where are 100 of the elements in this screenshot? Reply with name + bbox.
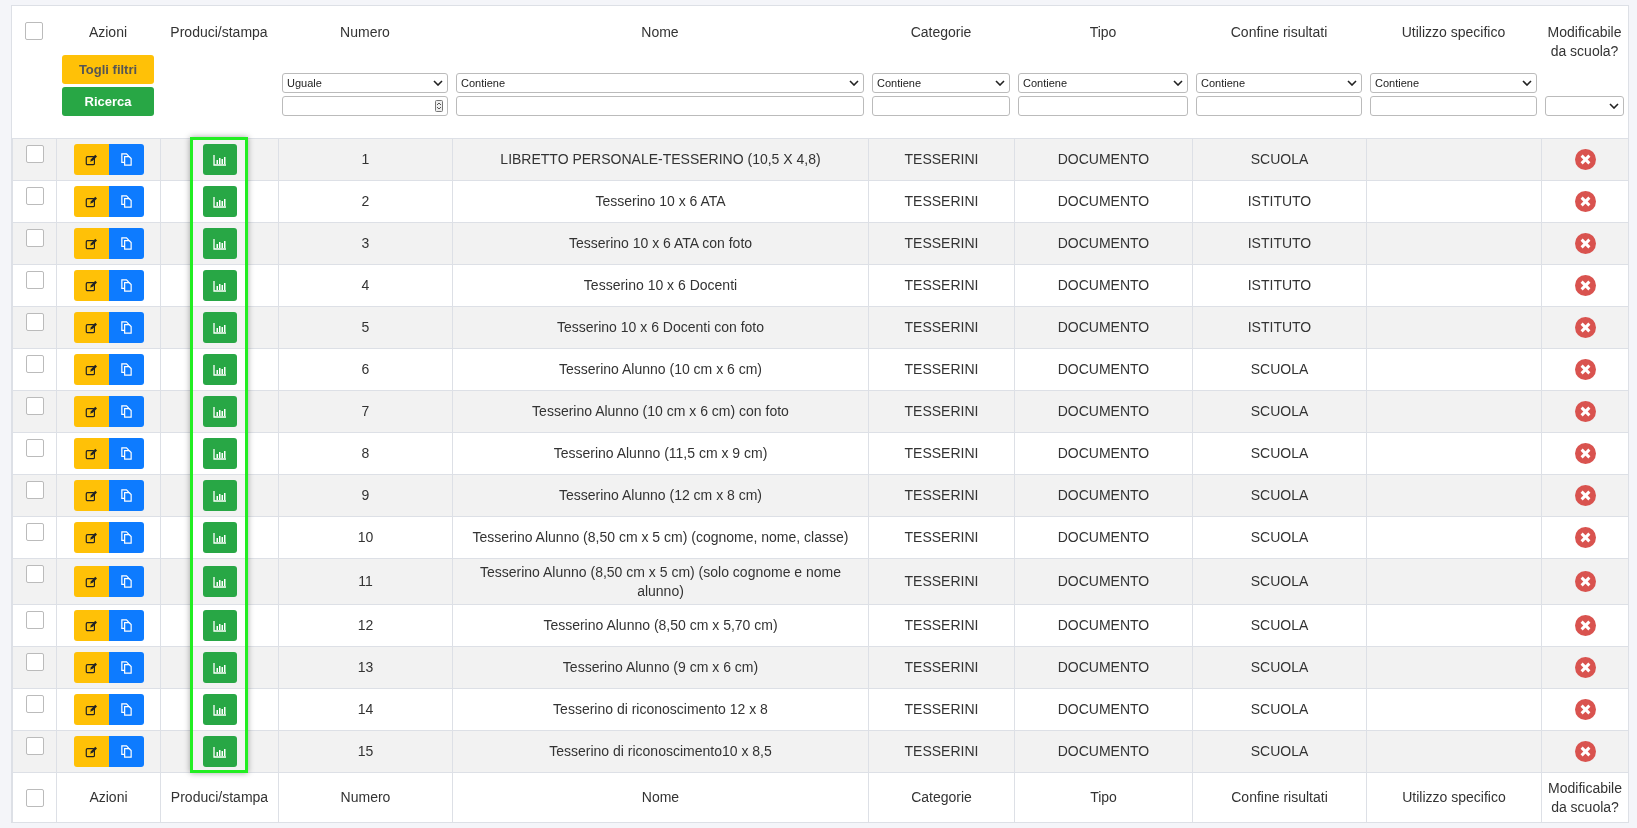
table-cell: Tesserino Alunno (10 cm x 6 cm) con foto xyxy=(532,402,789,421)
table-cell: TESSERINI xyxy=(904,150,979,169)
edit-icon xyxy=(85,703,97,716)
row-checkbox[interactable] xyxy=(25,481,44,499)
row-checkbox[interactable] xyxy=(25,229,44,247)
produce-button[interactable] xyxy=(202,396,237,427)
table-cell: 10 xyxy=(357,528,374,547)
row-checkbox[interactable] xyxy=(25,187,44,205)
produce-button[interactable] xyxy=(202,694,237,725)
row-checkbox[interactable] xyxy=(25,145,44,163)
filter-input[interactable] xyxy=(282,96,448,116)
produce-button[interactable] xyxy=(202,522,237,553)
table-cell: SCUOLA xyxy=(1250,402,1309,421)
table-cell: Tesserino 10 x 6 ATA con foto xyxy=(568,234,753,253)
table-cell: Tesserino Alunno (8,50 cm x 5,70 cm) xyxy=(543,616,778,635)
produce-button[interactable] xyxy=(202,736,237,767)
edit-button[interactable] xyxy=(73,312,109,343)
produce-button[interactable] xyxy=(202,270,237,301)
operator-select[interactable]: Contiene xyxy=(1196,73,1362,93)
table-cell: DOCUMENTO xyxy=(1057,318,1150,337)
edit-icon xyxy=(85,237,97,250)
produce-button[interactable] xyxy=(202,480,237,511)
row-checkbox[interactable] xyxy=(25,695,44,713)
filter-select[interactable] xyxy=(1545,96,1624,116)
table-cell: SCUOLA xyxy=(1250,658,1309,677)
column-header: Azioni xyxy=(88,23,128,42)
filter-button[interactable]: Togli filtri xyxy=(62,55,154,84)
table-cell: DOCUMENTO xyxy=(1057,742,1150,761)
chevron-down-icon xyxy=(1173,80,1183,86)
edit-icon xyxy=(85,405,97,418)
operator-select[interactable]: Contiene xyxy=(1018,73,1188,93)
row-checkbox[interactable] xyxy=(25,611,44,629)
operator-select[interactable]: Uguale xyxy=(282,73,448,93)
column-header: Produci/stampa xyxy=(170,23,268,42)
copy-icon xyxy=(119,405,133,418)
table-cell: DOCUMENTO xyxy=(1057,658,1150,677)
produce-button[interactable] xyxy=(202,438,237,469)
operator-select[interactable]: Contiene xyxy=(872,73,1010,93)
table-cell: TESSERINI xyxy=(904,276,979,295)
edit-button[interactable] xyxy=(73,522,109,553)
operator-select[interactable]: Contiene xyxy=(1370,73,1537,93)
edit-button[interactable] xyxy=(73,610,109,641)
table-cell: 1 xyxy=(361,150,370,169)
select-all-checkbox[interactable] xyxy=(25,788,44,807)
row-checkbox[interactable] xyxy=(25,355,44,373)
produce-button[interactable] xyxy=(202,354,237,385)
row-checkbox[interactable] xyxy=(25,439,44,457)
table-cell: SCUOLA xyxy=(1250,616,1309,635)
row-checkbox[interactable] xyxy=(25,397,44,415)
edit-button[interactable] xyxy=(73,438,109,469)
edit-button[interactable] xyxy=(73,480,109,511)
column-header: Utilizzo specifico xyxy=(1401,23,1506,42)
edit-button[interactable] xyxy=(73,396,109,427)
produce-button[interactable] xyxy=(202,144,237,175)
edit-button[interactable] xyxy=(73,354,109,385)
filter-input[interactable] xyxy=(872,96,1010,116)
column-header: Tipo xyxy=(1089,23,1117,42)
bar-chart-icon xyxy=(212,321,227,334)
edit-button[interactable] xyxy=(73,736,109,767)
filter-input[interactable] xyxy=(1370,96,1537,116)
edit-button[interactable] xyxy=(73,186,109,217)
table-cell: 15 xyxy=(357,742,374,761)
table-cell: 6 xyxy=(361,360,370,379)
column-footer: Utilizzo specifico xyxy=(1402,788,1506,807)
operator-select[interactable]: Contiene xyxy=(456,73,864,93)
copy-icon xyxy=(119,279,133,292)
edit-button[interactable] xyxy=(73,144,109,175)
table-cell: ISTITUTO xyxy=(1247,276,1312,295)
bar-chart-icon xyxy=(212,703,227,716)
row-checkbox[interactable] xyxy=(25,565,44,583)
table-cell: Tesserino Alunno (8,50 cm x 5 cm) (cognome, nome, classe) xyxy=(472,528,849,547)
column-header: Modificabile da scuola? xyxy=(1546,23,1623,61)
table-cell: 2 xyxy=(361,192,370,211)
table-cell: Tesserino 10 x 6 Docenti xyxy=(583,276,738,295)
produce-button[interactable] xyxy=(202,186,237,217)
produce-button[interactable] xyxy=(202,566,237,597)
edit-icon xyxy=(85,745,97,758)
produce-button[interactable] xyxy=(202,610,237,641)
edit-button[interactable] xyxy=(73,694,109,725)
table-cell: TESSERINI xyxy=(904,486,979,505)
filter-input[interactable] xyxy=(456,96,864,116)
produce-button[interactable] xyxy=(202,228,237,259)
row-checkbox[interactable] xyxy=(25,737,44,755)
select-all-checkbox[interactable] xyxy=(25,22,43,40)
produce-button[interactable] xyxy=(202,312,237,343)
row-checkbox[interactable] xyxy=(25,653,44,671)
filter-input[interactable] xyxy=(1018,96,1188,116)
edit-button[interactable] xyxy=(73,566,109,597)
row-checkbox[interactable] xyxy=(25,313,44,331)
table-cell: DOCUMENTO xyxy=(1057,192,1150,211)
row-checkbox[interactable] xyxy=(25,523,44,541)
row-checkbox[interactable] xyxy=(25,271,44,289)
table-cell: ISTITUTO xyxy=(1247,234,1312,253)
table-cell: DOCUMENTO xyxy=(1057,276,1150,295)
table-cell: Tesserino Alunno (10 cm x 6 cm) xyxy=(558,360,763,379)
filter-input[interactable] xyxy=(1196,96,1362,116)
produce-button[interactable] xyxy=(202,652,237,683)
edit-button[interactable] xyxy=(73,270,109,301)
edit-button[interactable] xyxy=(73,652,109,683)
edit-button[interactable] xyxy=(73,228,109,259)
